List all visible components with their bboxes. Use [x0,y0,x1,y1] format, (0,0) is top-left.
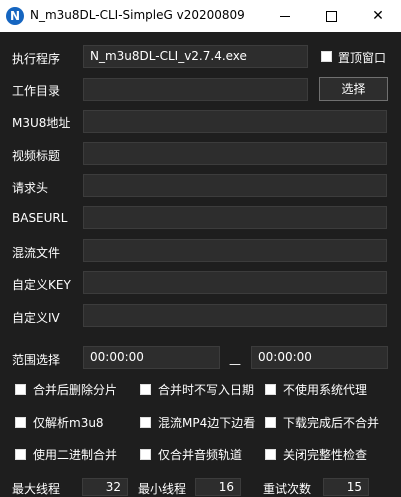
exe-label: 执行程序 [12,52,61,66]
option-label-audio-only: 仅合并音频轨道 [158,448,243,462]
browse-button[interactable]: 选择 [319,77,388,101]
video-title-field[interactable] [83,142,387,165]
baseurl-label: BASEURL [12,211,68,225]
option-label-no-date: 合并时不写入日期 [158,383,255,397]
option-label-no-integrity-check: 关闭完整性检查 [283,448,368,462]
title-bar: N N_m3u8DL-CLI-SimpleG v20200809 ✕ [0,0,401,32]
topmost-checkbox[interactable] [321,51,332,62]
option-label-delete-segments: 合并后删除分片 [33,383,118,397]
option-checkbox-parse-only[interactable] [15,417,26,428]
option-label-no-merge: 下载完成后不合并 [283,416,380,430]
mux-file-field[interactable] [83,239,387,262]
video-title-label: 视频标题 [12,149,61,163]
range-start-field[interactable]: 00:00:00 [83,346,220,369]
option-label-live-mux: 混流MP4边下边看 [158,416,256,430]
option-checkbox-delete-segments[interactable] [15,384,26,395]
minimize-button[interactable] [262,0,308,32]
range-end-field[interactable]: 00:00:00 [251,346,388,369]
workdir-field[interactable] [83,78,308,101]
exe-field[interactable]: N_m3u8DL-CLI_v2.7.4.exe [83,45,308,68]
minimize-icon [280,16,290,17]
m3u8-field[interactable] [83,110,387,133]
window-title: N_m3u8DL-CLI-SimpleG v20200809 [30,8,245,22]
m3u8-label: M3U8地址 [12,116,71,130]
close-icon: ✕ [372,8,384,24]
min-threads-label: 最小线程 [138,482,187,496]
option-checkbox-live-mux[interactable] [140,417,151,428]
option-checkbox-no-integrity-check[interactable] [265,449,276,460]
baseurl-field[interactable] [83,206,387,229]
range-separator: — [229,357,241,371]
custom-key-field[interactable] [83,271,387,294]
headers-label: 请求头 [12,181,49,195]
maximize-icon [326,11,337,22]
max-threads-field[interactable]: 32 [82,478,128,496]
option-label-binary-merge: 使用二进制合并 [33,448,118,462]
headers-field[interactable] [83,174,387,197]
min-threads-field[interactable]: 16 [195,478,241,496]
close-button[interactable]: ✕ [355,0,401,32]
topmost-label: 置顶窗口 [338,51,387,65]
option-label-no-proxy: 不使用系统代理 [283,383,368,397]
option-label-parse-only: 仅解析m3u8 [33,416,104,430]
option-checkbox-no-merge[interactable] [265,417,276,428]
retry-label: 重试次数 [263,482,312,496]
workdir-label: 工作目录 [12,84,61,98]
maximize-button[interactable] [308,0,354,32]
option-checkbox-audio-only[interactable] [140,449,151,460]
option-checkbox-no-date[interactable] [140,384,151,395]
custom-iv-label: 自定义IV [12,311,60,325]
option-checkbox-no-proxy[interactable] [265,384,276,395]
option-checkbox-binary-merge[interactable] [15,449,26,460]
max-threads-label: 最大线程 [12,482,61,496]
app-icon: N [6,7,24,25]
custom-key-label: 自定义KEY [12,278,71,292]
retry-field[interactable]: 15 [323,478,369,496]
custom-iv-field[interactable] [83,304,387,327]
range-label: 范围选择 [12,353,61,367]
mux-file-label: 混流文件 [12,246,61,260]
